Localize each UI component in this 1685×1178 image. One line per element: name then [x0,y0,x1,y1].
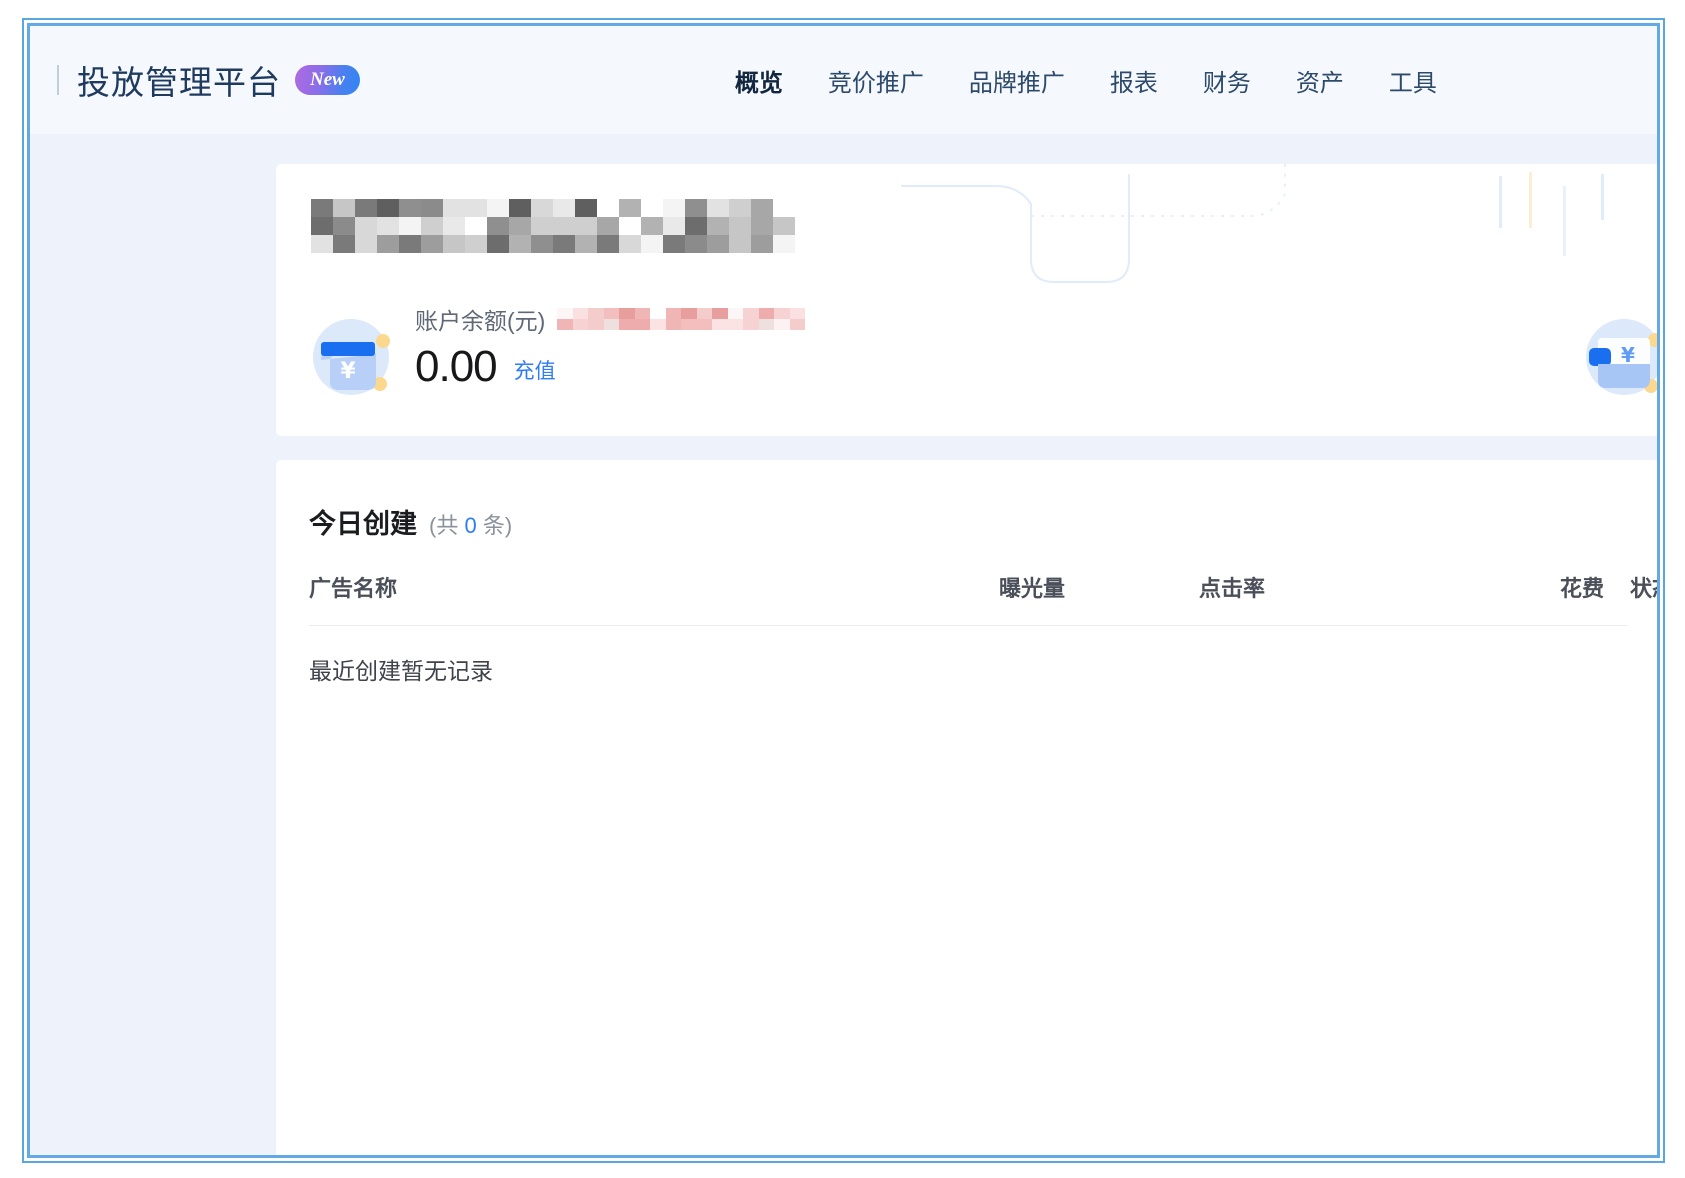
table-empty-message: 最近创建暂无记录 [309,658,493,684]
account-nickname-redacted [557,308,806,330]
column-header-status: 状态 [1629,576,1657,601]
column-header-impressions: 曝光量 [999,576,1066,601]
account-summary-card: ¥ 账户余额(元) 0.00 充值 ¥ [276,164,1657,436]
today-created-card: 今日创建 (共 0 条) 广告名称 曝光量 点击率 花费 状态 最近创建暂无记录 [276,460,1657,1155]
account-balance-label-row: 账户余额(元) [415,302,806,336]
column-header-ad-name: 广告名称 [309,576,398,601]
nav-item-assets[interactable]: 资产 [1296,63,1344,98]
brand-block: 投放管理平台 New [30,56,360,104]
brand-divider-icon [57,65,59,95]
table-header-row: 广告名称 曝光量 点击率 花费 状态 [309,571,1657,626]
balance-row: ¥ 账户余额(元) 0.00 充值 ¥ [276,302,1657,400]
svg-text:¥: ¥ [1621,343,1635,367]
new-badge: New [295,65,360,95]
count-suffix: 条) [482,513,513,538]
app-viewport: 投放管理平台 New 概览 竞价推广 品牌推广 报表 财务 资产 工具 ¥ 账户… [27,23,1660,1158]
nav-item-brand-promo[interactable]: 品牌推广 [969,63,1065,98]
svg-text:¥: ¥ [340,359,356,384]
nav-item-tools[interactable]: 工具 [1389,63,1437,98]
column-header-ctr: 点击率 [1199,576,1266,601]
nav-item-reports[interactable]: 报表 [1110,63,1158,98]
column-header-cost: 花费 [1559,576,1604,601]
today-spend-block: ¥ 今日竞价广告花费(元) 0.00 已花费0.00% [1581,302,1657,400]
count-prefix: (共 [429,513,459,538]
recharge-link[interactable]: 充值 [514,355,556,385]
nav-item-bidding-promo[interactable]: 竞价推广 [828,63,924,98]
wallet-icon: ¥ [313,319,390,395]
today-created-count: (共 0 条) [429,508,512,540]
page-title: 投放管理平台 [77,64,281,101]
today-created-header: 今日创建 (共 0 条) [309,460,1628,541]
account-balance-body: 账户余额(元) 0.00 充值 [415,302,806,389]
card-wallet-icon: ¥ [1586,319,1657,395]
browser-window-frame: 投放管理平台 New 概览 竞价推广 品牌推广 报表 财务 资产 工具 ¥ 账户… [22,18,1665,1163]
account-balance-label: 账户余额(元) [415,308,546,334]
today-created-title: 今日创建 [309,509,417,539]
main-nav: 概览 竞价推广 品牌推广 报表 财务 资产 工具 [735,63,1437,98]
account-balance-block: ¥ 账户余额(元) 0.00 充值 [308,302,806,400]
account-name-redacted [311,199,795,253]
nav-item-finance[interactable]: 财务 [1203,63,1251,98]
today-created-table: 广告名称 曝光量 点击率 花费 状态 最近创建暂无记录 [309,571,1657,686]
top-navigation-bar: 投放管理平台 New 概览 竞价推广 品牌推广 报表 财务 资产 工具 [30,26,1657,134]
account-balance-amount: 0.00 [415,342,498,391]
count-value: 0 [464,513,477,538]
main-content: ¥ 账户余额(元) 0.00 充值 ¥ 今日创建 (共 0 条) 广告名称 曝光… [276,134,1657,1155]
account-balance-value-row: 0.00 充值 [415,345,805,389]
nav-item-overview[interactable]: 概览 [735,63,783,98]
